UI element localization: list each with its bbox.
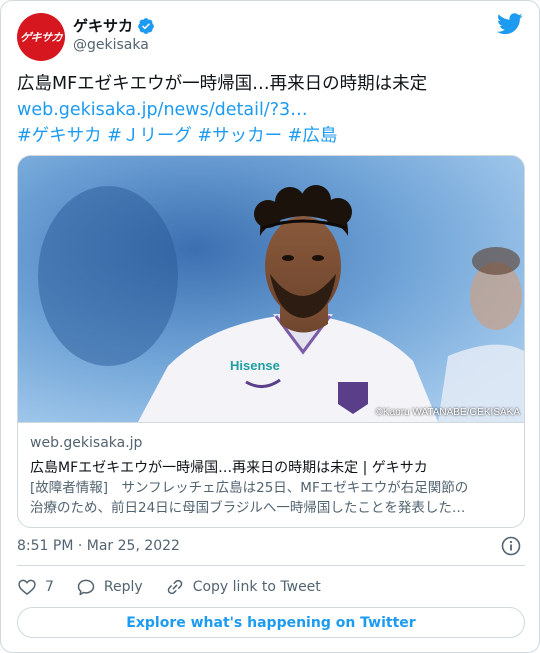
- tweet-hashtags[interactable]: #ゲキサカ #Ｊリーグ #サッカー #広島: [17, 123, 527, 149]
- tweet-body: 広島MFエゼキエウが一時帰国…再来日の時期は未定 web.gekisaka.jp…: [17, 71, 527, 149]
- tweet-embed: ゲキサカ ゲキサカ @gekisaka 広島MFエゼキエウが一時帰国…再来日の時…: [0, 0, 540, 653]
- link-icon: [167, 579, 182, 595]
- card-description-line: [故障者情報] サンフレッチェ広島は25日、MFエゼキエウが右足関節の: [30, 480, 469, 496]
- image-credit: ©Kaoru WATANABE/GEKISAKA: [375, 407, 520, 418]
- card-image[interactable]: Hisense ©Kaoru WATANABE/GEKISAKA: [18, 156, 524, 422]
- reply-button[interactable]: Reply: [76, 577, 143, 597]
- player-photo-illustration: Hisense: [18, 156, 524, 422]
- explore-twitter-button[interactable]: Explore what's happening on Twitter: [17, 607, 525, 638]
- reply-bubble-icon: [77, 579, 95, 596]
- action-bar: 7 Reply Copy link to Tweet: [17, 573, 343, 601]
- card-title: 広島MFエゼキエウが一時帰国…再来日の時期は未定 | ゲキサカ: [30, 460, 428, 476]
- card-description-line: 治療のため、前日24日に母国ブラジルへ一時帰国したことを発表した…: [30, 500, 466, 516]
- card-divider: [18, 422, 524, 423]
- copy-link-button[interactable]: Copy link to Tweet: [165, 577, 321, 597]
- divider: [17, 565, 525, 566]
- tweet-url-link[interactable]: web.gekisaka.jp/news/detail/?3…: [17, 97, 527, 123]
- tweet-timestamp[interactable]: 8:51 PM · Mar 25, 2022: [17, 538, 180, 554]
- author-name-text[interactable]: ゲキサカ: [73, 15, 133, 36]
- like-button[interactable]: 7: [17, 577, 54, 597]
- avatar[interactable]: ゲキサカ: [17, 13, 65, 61]
- card-domain: web.gekisaka.jp: [30, 435, 143, 451]
- link-preview-card[interactable]: Hisense ©Kaoru WATANABE/GEKISAKA web.gek…: [17, 155, 525, 528]
- verified-badge-icon: [138, 17, 154, 34]
- reply-label: Reply: [103, 579, 143, 595]
- card-description: [故障者情報] サンフレッチェ広島は25日、MFエゼキエウが右足関節の 治療のた…: [30, 478, 514, 518]
- twitter-logo-icon[interactable]: [497, 13, 523, 35]
- author-handle[interactable]: @gekisaka: [73, 37, 149, 53]
- tweet-headline: 広島MFエゼキエウが一時帰国…再来日の時期は未定: [17, 74, 428, 94]
- avatar-logo-text: ゲキサカ: [19, 31, 63, 44]
- author-display-name[interactable]: ゲキサカ: [73, 15, 155, 36]
- like-count: 7: [45, 579, 54, 595]
- info-icon[interactable]: [501, 536, 521, 556]
- copy-link-label: Copy link to Tweet: [192, 579, 321, 595]
- jersey-sponsor-text: Hisense: [230, 358, 280, 373]
- heart-icon: [18, 579, 36, 596]
